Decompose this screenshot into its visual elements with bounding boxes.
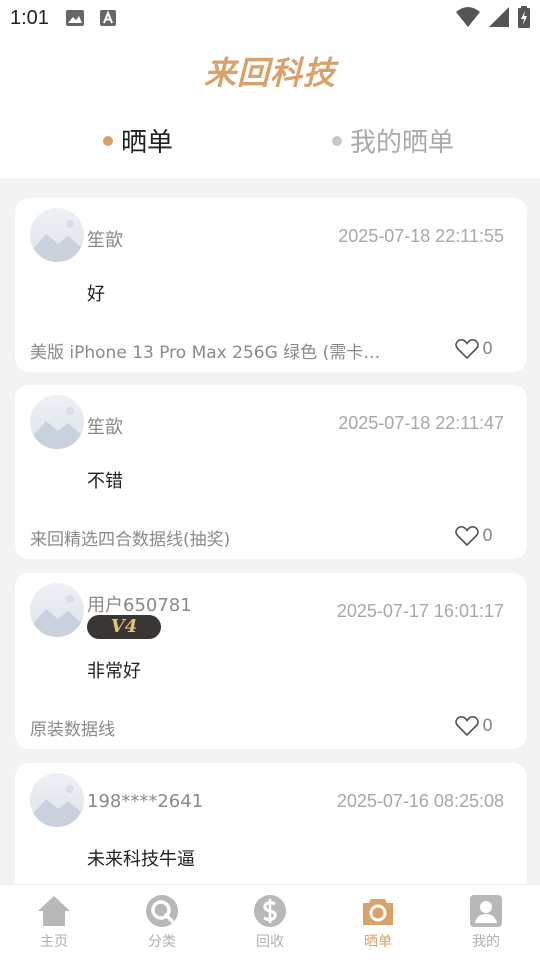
wifi-icon [456,7,480,27]
post-date: 2025-07-17 16:01:17 [336,601,504,621]
active-dot-icon [103,135,113,146]
signal-icon [489,7,509,27]
post-username: 笙歆 [87,417,123,438]
nav-item-home[interactable]: 主页 [0,893,108,951]
header: 来回科技 晒单 我的晒单 [0,36,540,178]
recycle-dollar-icon [254,895,286,927]
tab-label: 晒单 [121,128,174,158]
status-time: 1:01 [10,6,49,29]
status-notification-icons [65,9,117,27]
avatar[interactable] [30,208,84,262]
vip-level-badge: V4 [87,615,161,639]
tab-show-orders[interactable]: 晒单 [103,122,173,159]
user-icon [470,895,502,927]
post-username: 笙歆 [87,230,123,251]
bottom-nav: 主页 分类 回收 晒单 我的 [0,884,540,960]
post-product-link[interactable]: 来回精选四合数据线(抽奖) [30,525,385,550]
nav-item-show-orders[interactable]: 晒单 [324,893,432,951]
post-product-link[interactable]: 美版 iPhone 13 Pro Max 256G 绿色 (需卡… [30,338,385,363]
post-product-link[interactable]: 原装数据线 [30,715,385,740]
post-date: 2025-07-16 08:25:08 [336,791,504,811]
like-button[interactable]: 0 [455,715,493,737]
post-card[interactable]: 笙歆 2025-07-18 22:11:55 好 美版 iPhone 13 Pr… [15,198,527,372]
post-username: 用户650781 [87,595,192,616]
tab-my-show-orders[interactable]: 我的晒单 [332,122,454,159]
avatar[interactable] [30,773,84,827]
post-comment: 不错 [87,471,123,492]
text-notification-icon [99,10,116,26]
tab-bar: 晒单 我的晒单 [0,122,540,162]
nav-item-recycle[interactable]: 回收 [216,893,324,951]
post-card[interactable]: 用户650781 V4 2025-07-17 16:01:17 非常好 原装数据… [15,573,527,749]
camera-icon [363,899,393,925]
post-comment: 好 [87,284,105,305]
gallery-notification-icon [65,10,84,26]
home-icon [38,896,70,926]
tab-label: 我的晒单 [350,128,455,158]
heart-icon [455,526,479,547]
inactive-dot-icon [332,135,342,146]
post-date: 2025-07-18 22:11:47 [338,413,504,433]
like-button[interactable]: 0 [455,338,493,360]
like-count: 0 [482,526,493,546]
like-count: 0 [482,716,493,736]
avatar-placeholder-icon [30,407,84,449]
brand-logo: 来回科技 [203,54,336,92]
post-card[interactable]: 笙歆 2025-07-18 22:11:47 不错 来回精选四合数据线(抽奖) … [15,385,527,559]
heart-icon [455,716,479,737]
avatar[interactable] [30,583,84,637]
post-comment: 未来科技牛逼 [87,849,195,870]
nav-label: 回收 [256,934,284,950]
status-system-icons [456,6,530,28]
post-comment: 非常好 [87,661,141,682]
post-username: 198****2641 [87,791,204,812]
post-date: 2025-07-18 22:11:55 [338,226,504,246]
avatar-placeholder-icon [30,785,84,827]
nav-label: 主页 [40,934,68,950]
nav-item-category[interactable]: 分类 [108,893,216,951]
avatar[interactable] [30,395,84,449]
category-search-icon [146,895,178,927]
nav-item-mine[interactable]: 我的 [432,893,540,951]
heart-icon [455,339,479,360]
avatar-placeholder-icon [30,595,84,637]
battery-icon [518,6,530,28]
like-count: 0 [482,339,493,359]
avatar-placeholder-icon [30,220,84,262]
post-card[interactable]: 198****2641 2025-07-16 08:25:08 未来科技牛逼 [15,763,527,903]
nav-label: 分类 [148,934,176,950]
like-button[interactable]: 0 [455,525,493,547]
nav-label: 我的 [472,934,500,950]
nav-label: 晒单 [364,934,392,950]
status-bar: 1:01 [0,0,540,36]
